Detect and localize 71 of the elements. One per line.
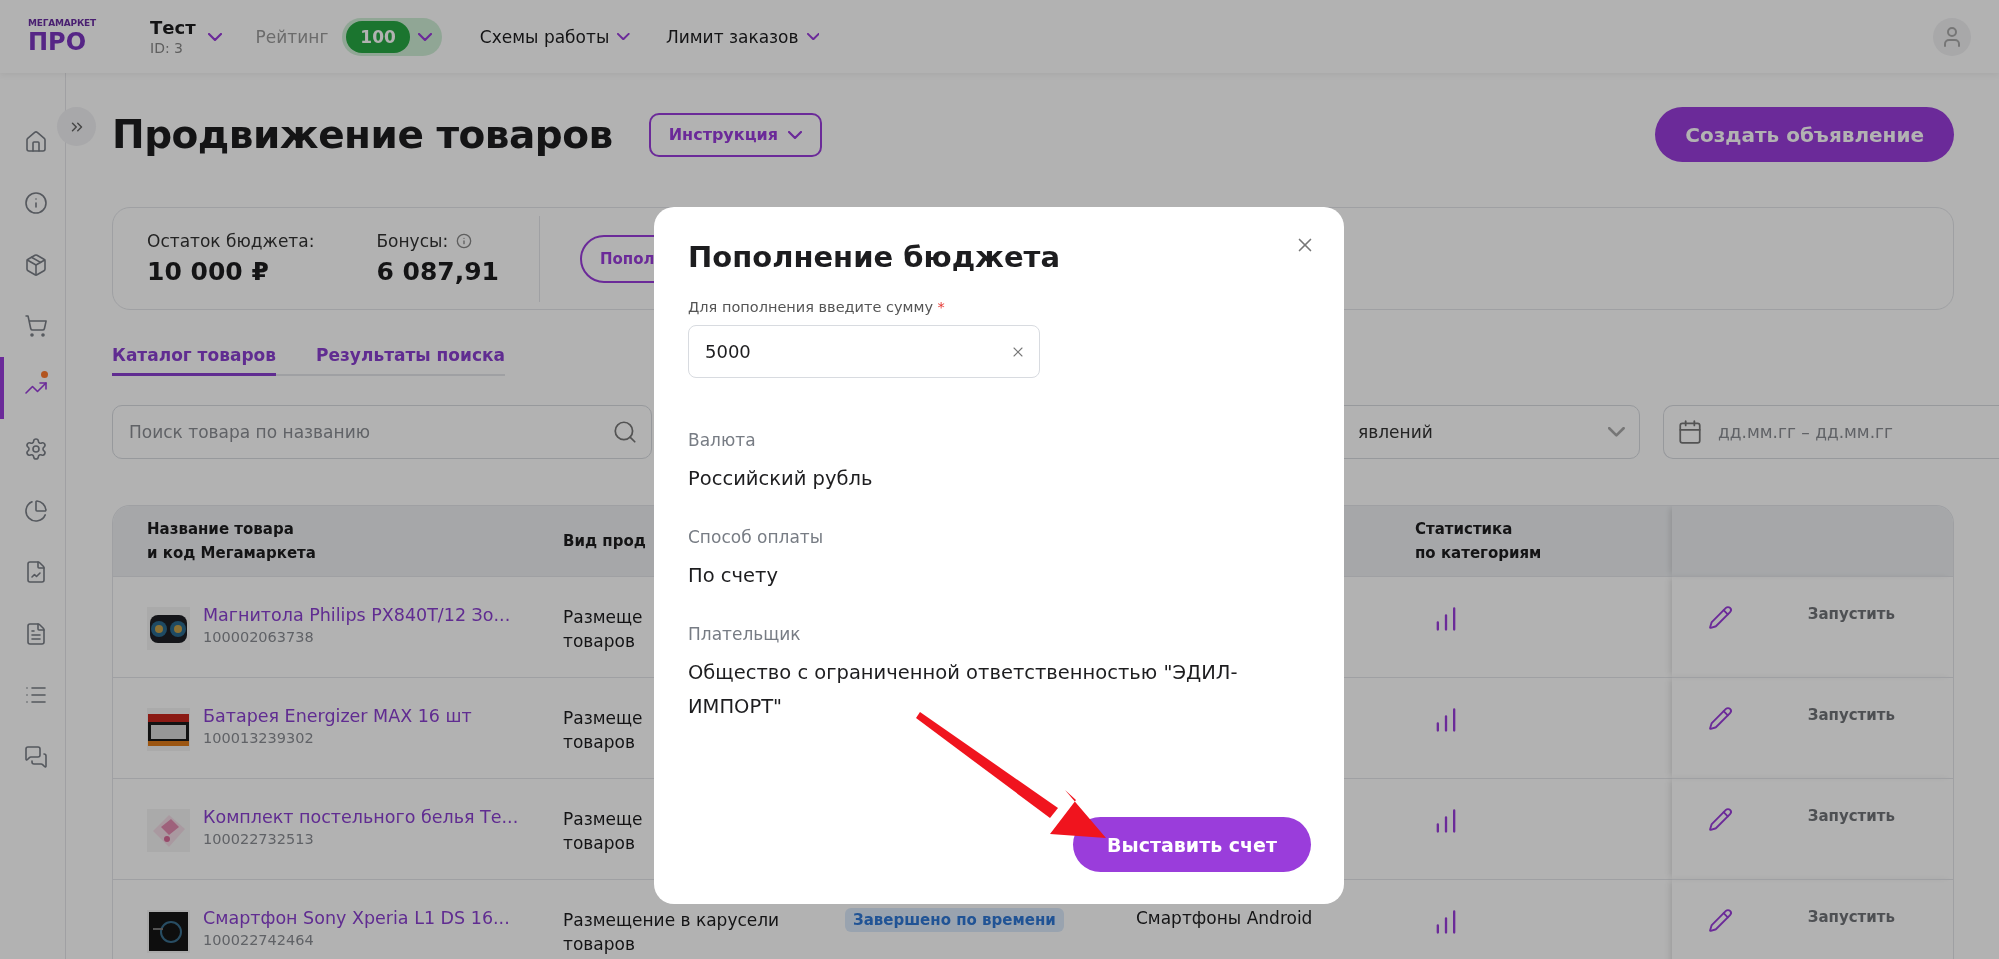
launch-button[interactable]: Запустить bbox=[1807, 605, 1895, 624]
tab[interactable]: Результаты поиска bbox=[316, 345, 506, 377]
create-ad-button[interactable]: Создать объявление bbox=[1655, 107, 1954, 162]
balance-value: 10 000 ₽ bbox=[147, 257, 270, 287]
status-badge: Завершено по времени bbox=[845, 908, 1064, 933]
edit-icon[interactable] bbox=[1708, 807, 1733, 833]
product-link[interactable]: Батарея Energizer MAX 16 шт bbox=[203, 706, 472, 727]
balance-label: Остаток бюджета: bbox=[147, 231, 315, 252]
amount-field[interactable]: 5000 bbox=[688, 325, 1040, 378]
product-link[interactable]: Комплект постельного белья Те... bbox=[203, 807, 519, 828]
page-title: Продвижение товаров bbox=[112, 112, 613, 157]
home-icon bbox=[23, 129, 48, 154]
placement-type: Размеще товаров bbox=[563, 707, 643, 755]
dialog-title: Пополнение бюджета bbox=[688, 239, 1060, 276]
rating-control[interactable]: 100 bbox=[342, 17, 442, 56]
menu-dropdown[interactable]: Лимит заказов bbox=[665, 26, 820, 47]
account-id: ID: 3 bbox=[150, 38, 184, 57]
launch-button[interactable]: Запустить bbox=[1807, 706, 1895, 725]
cart-icon bbox=[23, 314, 48, 339]
chevron-down-icon bbox=[788, 130, 802, 139]
rating-value: 100 bbox=[346, 20, 410, 53]
calendar-icon[interactable] bbox=[1677, 419, 1703, 446]
tab[interactable]: Каталог товаров bbox=[112, 345, 276, 377]
search-field[interactable]: Поиск товара по названию bbox=[112, 405, 652, 460]
launch-button[interactable]: Запустить bbox=[1807, 807, 1895, 826]
avatar[interactable] bbox=[1933, 17, 1971, 56]
product-link[interactable]: Смартфон Sony Xperia L1 DS 16... bbox=[203, 908, 510, 929]
category-cell: Смартфоны Android bbox=[1136, 908, 1313, 929]
column-header: Название товара и код Мегамаркета bbox=[113, 506, 563, 577]
product-link[interactable]: Магнитола Philips PX840T/12 Зо... bbox=[203, 605, 511, 626]
issue-invoice-button[interactable]: Выставить счет bbox=[1073, 817, 1311, 872]
column-header: Статистика по категориям bbox=[1413, 506, 1672, 577]
bonus-value: 6 087,91 bbox=[376, 257, 499, 287]
placement-type: Размеще товаров bbox=[563, 808, 643, 856]
settings-icon bbox=[23, 437, 48, 462]
launch-button[interactable]: Запустить bbox=[1807, 908, 1895, 927]
account-name[interactable]: Тест bbox=[150, 16, 196, 39]
chat-icon bbox=[23, 744, 48, 769]
rating-label: Рейтинг bbox=[255, 26, 329, 47]
chevron-down-icon[interactable] bbox=[207, 32, 222, 41]
expand-button[interactable] bbox=[57, 107, 96, 146]
chevron-down-icon bbox=[417, 32, 432, 41]
date-range-field[interactable]: дд.мм.гг – дд.мм.гг bbox=[1663, 405, 1999, 460]
detail-value: Общество с ограниченной ответственностью "ЭДИЛ-ИМПОРТ" bbox=[688, 660, 1239, 720]
product-code: 100002063738 bbox=[203, 629, 315, 646]
chevron-down-icon bbox=[617, 32, 630, 41]
bonus-label: Бонусы: bbox=[376, 231, 449, 252]
logo[interactable]: ПРО bbox=[28, 29, 150, 55]
pie-chart-icon bbox=[23, 498, 48, 523]
placement-type: Размеще товаров bbox=[563, 606, 643, 654]
box-icon bbox=[23, 252, 48, 277]
detail-label: Способ оплаты bbox=[688, 527, 825, 547]
chevron-down-icon bbox=[806, 32, 820, 41]
detail-label: Плательщик bbox=[688, 624, 802, 644]
edit-icon[interactable] bbox=[1708, 605, 1733, 631]
placement-type: Размещение в карусели товаров bbox=[563, 909, 780, 957]
amount-label: Для пополнения введите сумму * bbox=[688, 299, 946, 315]
chevron-down-icon bbox=[1608, 427, 1625, 438]
edit-icon[interactable] bbox=[1708, 706, 1733, 732]
detail-value: Российский рубль bbox=[688, 466, 874, 492]
info-icon[interactable] bbox=[456, 233, 473, 250]
product-code: 100022732513 bbox=[203, 831, 315, 848]
instruction-button[interactable]: Инструкция bbox=[648, 112, 822, 157]
logo-caption: МЕГАМАРКЕТ bbox=[28, 18, 97, 29]
menu-dropdown[interactable]: Схемы работы bbox=[479, 26, 630, 47]
edit-icon[interactable] bbox=[1708, 908, 1733, 934]
product-code: 100013239302 bbox=[203, 730, 315, 747]
product-code: 100022742464 bbox=[203, 932, 315, 949]
search-icon[interactable] bbox=[612, 419, 638, 446]
info-icon bbox=[23, 191, 48, 216]
detail-label: Валюта bbox=[688, 430, 757, 450]
